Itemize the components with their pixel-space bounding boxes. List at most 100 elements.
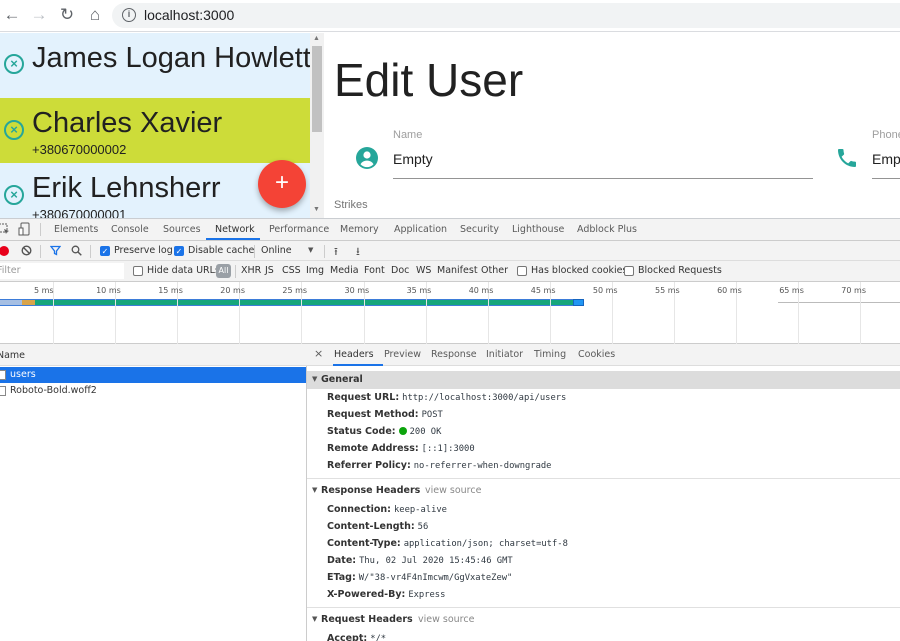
delete-user-icon[interactable]: × (4, 54, 24, 74)
filter-img[interactable]: Img (306, 265, 324, 276)
tab-lighthouse[interactable]: Lighthouse (512, 224, 564, 235)
tab-initiator[interactable]: Initiator (486, 349, 523, 360)
strikes-label: Strikes (334, 199, 368, 211)
filter-icon[interactable] (50, 245, 61, 256)
user-name: Charles Xavier (32, 107, 223, 139)
disable-cache-label[interactable]: Disable cache (188, 245, 254, 256)
network-overview-timeline[interactable]: 5 ms 10 ms 15 ms 20 ms 25 ms 30 ms 35 ms 40 ms 4… (0, 282, 900, 344)
add-user-button[interactable]: + (258, 160, 306, 208)
filter-other[interactable]: Other (481, 265, 508, 276)
filter-ws[interactable]: WS (416, 265, 431, 276)
tab-adblock-plus[interactable]: Adblock Plus (577, 224, 637, 235)
tab-headers[interactable]: Headers (334, 349, 374, 360)
phone-field[interactable]: Empty (872, 151, 900, 167)
clear-icon[interactable] (21, 245, 32, 256)
export-har-icon[interactable]: ⭳ (356, 243, 360, 262)
user-name: James Logan Howlett (32, 42, 310, 74)
has-blocked-cookies-checkbox[interactable] (517, 266, 527, 276)
user-list-item[interactable]: × Charles Xavier +380670000002 (0, 98, 310, 163)
scroll-down-icon[interactable]: ▼ (313, 206, 320, 213)
throttling-select[interactable]: Online (261, 245, 292, 256)
filter-font[interactable]: Font (364, 265, 385, 276)
info-icon[interactable]: i (122, 8, 136, 22)
timing-bar-queueing (0, 299, 22, 306)
tab-network[interactable]: Network (215, 224, 255, 235)
header-key: Content-Type: (327, 538, 401, 549)
filter-placeholder: Filter (0, 265, 21, 276)
separator (324, 245, 325, 258)
header-key: Connection: (327, 504, 391, 515)
separator (90, 245, 91, 258)
response-headers-section-header[interactable]: ▼ Response Headers view source (307, 482, 900, 500)
tab-timing[interactable]: Timing (534, 349, 566, 360)
header-row: ETag: W/"38-vr4F4nImcwm/GgVxateZew" (327, 572, 512, 583)
filter-media[interactable]: Media (330, 265, 359, 276)
hide-data-urls-label[interactable]: Hide data URLs (147, 265, 220, 276)
delete-user-icon[interactable]: × (4, 185, 24, 205)
request-list-header[interactable]: Name (0, 344, 307, 366)
filter-css[interactable]: CSS (282, 265, 301, 276)
filter-input[interactable]: Filter (0, 263, 124, 279)
tab-security[interactable]: Security (460, 224, 499, 235)
header-key: Status Code: (327, 426, 396, 437)
tab-response[interactable]: Response (431, 349, 477, 360)
preserve-log-checkbox[interactable]: ✓ (100, 246, 110, 256)
request-row[interactable]: users (0, 367, 306, 383)
tab-application[interactable]: Application (394, 224, 447, 235)
timeline-tick-label: 25 ms (282, 286, 308, 295)
tab-performance[interactable]: Performance (269, 224, 329, 235)
header-key: Remote Address: (327, 443, 419, 454)
tab-cookies[interactable]: Cookies (578, 349, 615, 360)
expand-triangle-icon: ▼ (312, 486, 318, 494)
user-list-item[interactable]: × James Logan Howlett (0, 33, 310, 98)
separator (254, 245, 255, 258)
home-button[interactable]: ⌂ (84, 4, 106, 26)
header-value: Thu, 02 Jul 2020 15:45:46 GMT (359, 556, 513, 566)
back-button[interactable]: ← (1, 4, 23, 26)
url-text[interactable]: localhost:3000 (144, 7, 234, 23)
forward-button[interactable]: → (28, 4, 50, 26)
view-source-link[interactable]: view source (425, 485, 481, 496)
import-har-icon[interactable]: ⭱ (334, 243, 338, 262)
filter-xhr[interactable]: XHR (241, 265, 261, 276)
blocked-requests-label[interactable]: Blocked Requests (638, 265, 722, 276)
scroll-up-icon[interactable]: ▲ (313, 35, 320, 42)
has-blocked-cookies-label[interactable]: Has blocked cookies (531, 265, 627, 276)
blocked-requests-checkbox[interactable] (624, 266, 634, 276)
filter-doc[interactable]: Doc (391, 265, 409, 276)
record-icon[interactable] (0, 246, 9, 256)
request-row[interactable]: Roboto-Bold.woff2 (0, 383, 306, 399)
delete-user-icon[interactable]: × (4, 120, 24, 140)
filter-manifest[interactable]: Manifest (437, 265, 478, 276)
tab-sources[interactable]: Sources (163, 224, 201, 235)
divider (307, 478, 900, 479)
header-row: Remote Address: [::1]:3000 (327, 443, 475, 454)
user-list-scrollbar[interactable]: ▲ ▼ (310, 33, 324, 218)
name-column-header[interactable]: Name (0, 350, 25, 361)
tab-elements[interactable]: Elements (54, 224, 98, 235)
filter-all-button[interactable]: All (216, 264, 231, 278)
chevron-down-icon[interactable]: ▼ (308, 246, 313, 254)
hide-data-urls-checkbox[interactable] (133, 266, 143, 276)
tab-preview[interactable]: Preview (384, 349, 421, 360)
general-section-header[interactable]: ▼ General (307, 371, 900, 389)
section-title: General (321, 374, 363, 385)
timeline-marker (778, 302, 900, 303)
disable-cache-checkbox[interactable]: ✓ (174, 246, 184, 256)
device-toolbar-icon[interactable] (18, 222, 32, 236)
tab-memory[interactable]: Memory (340, 224, 379, 235)
name-field[interactable]: Empty (393, 151, 433, 167)
tab-console[interactable]: Console (111, 224, 149, 235)
request-headers-section-header[interactable]: ▼ Request Headers view source (307, 611, 900, 629)
reload-button[interactable]: ↻ (56, 4, 78, 26)
close-details-icon[interactable]: × (314, 347, 323, 360)
inspect-element-icon[interactable] (0, 223, 10, 235)
view-source-link[interactable]: view source (418, 614, 474, 625)
scrollbar-thumb[interactable] (312, 46, 322, 132)
filter-js[interactable]: JS (265, 265, 274, 276)
timeline-tick-label: 35 ms (406, 286, 432, 295)
search-icon[interactable] (71, 245, 82, 256)
address-bar[interactable]: i localhost:3000 (112, 3, 900, 28)
preserve-log-label[interactable]: Preserve log (114, 245, 173, 256)
section-title: Response Headers (321, 485, 421, 496)
